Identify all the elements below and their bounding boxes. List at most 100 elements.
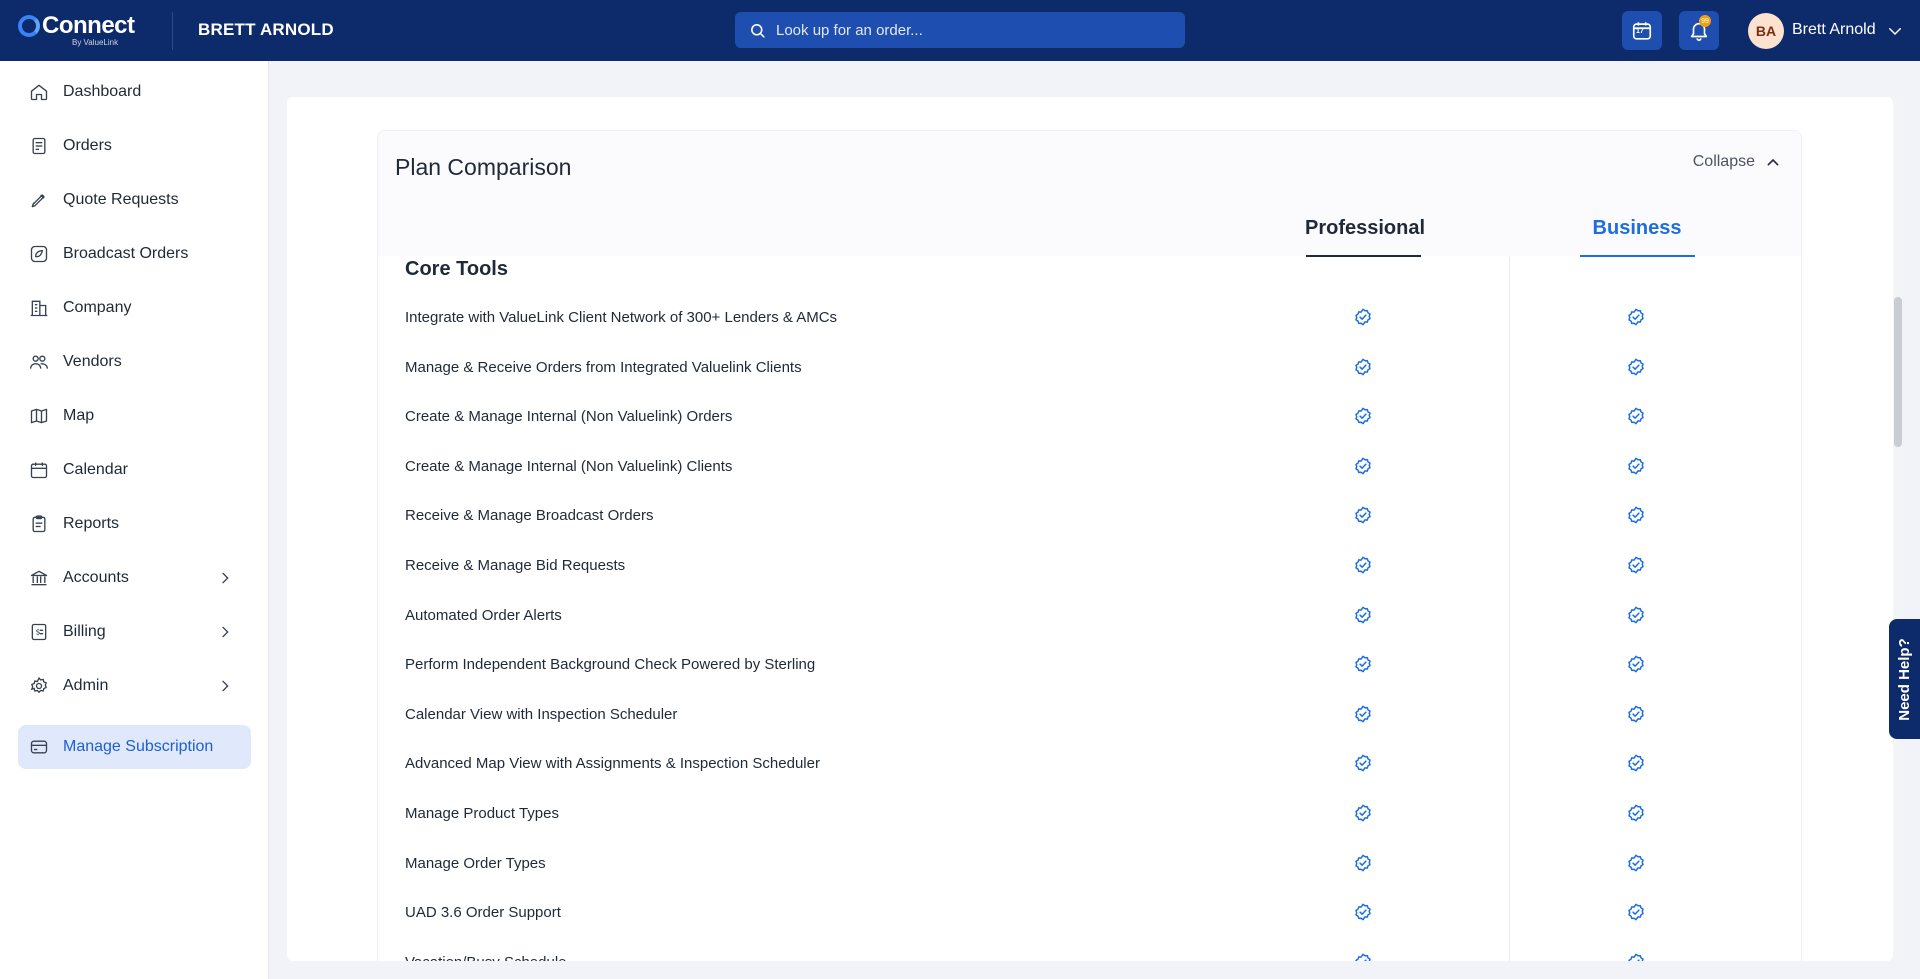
feature-label: Advanced Map View with Assignments & Ins… [405, 755, 820, 773]
map-icon [28, 405, 50, 427]
order-search[interactable] [735, 12, 1185, 48]
check-icon [1353, 902, 1373, 922]
check-icon [1353, 307, 1373, 327]
sidebar-item-label: Quote Requests [63, 191, 179, 208]
sidebar-item-label: Vendors [63, 353, 122, 370]
gear-icon [28, 675, 50, 697]
top-header: Connect By ValueLink BRETT ARNOLD 17 99 … [0, 0, 1920, 61]
sidebar-item-label: Dashboard [63, 83, 142, 100]
sidebar-item-dashboard[interactable]: Dashboard [18, 70, 251, 114]
sidebar-item-label: Accounts [63, 569, 129, 586]
feature-row: Manage Product Types [378, 790, 1801, 839]
column-business[interactable]: Business [1579, 217, 1695, 240]
need-help-button[interactable]: Need Help? [1889, 619, 1920, 739]
sidebar-item-label: Manage Subscription [63, 738, 214, 755]
check-icon [1626, 952, 1646, 961]
check-icon [1353, 753, 1373, 773]
sidebar-item-broadcast-orders[interactable]: Broadcast Orders [18, 232, 251, 276]
check-icon [1626, 456, 1646, 476]
feature-label: Automated Order Alerts [405, 606, 562, 624]
sidebar-item-orders[interactable]: Orders [18, 124, 251, 168]
feature-row: Vacation/Busy Schedule [378, 939, 1801, 961]
check-icon [1626, 555, 1646, 575]
feature-label: Vacation/Busy Schedule [405, 954, 567, 961]
feature-label: Create & Manage Internal (Non Valuelink)… [405, 408, 733, 426]
check-icon [1353, 456, 1373, 476]
check-icon [1626, 505, 1646, 525]
feature-row: Manage & Receive Orders from Integrated … [378, 344, 1801, 393]
feature-row: UAD 3.6 Order Support [378, 889, 1801, 938]
card-icon [28, 736, 50, 758]
scrollbar-thumb[interactable] [1894, 297, 1902, 447]
chevron-right-icon [222, 680, 229, 692]
plan-comparison-panel: Plan Comparison Collapse Professional Bu… [377, 130, 1802, 961]
sidebar-item-vendors[interactable]: Vendors [18, 340, 251, 384]
sidebar-item-label: Broadcast Orders [63, 245, 189, 262]
broadcast-icon [28, 243, 50, 265]
check-icon [1353, 357, 1373, 377]
header-divider [172, 12, 173, 50]
billing-icon: $ [28, 621, 50, 643]
check-icon [1626, 853, 1646, 873]
notifications-button[interactable]: 99 [1679, 11, 1719, 50]
sidebar-item-label: Admin [63, 677, 109, 694]
feature-row: Calendar View with Inspection Scheduler [378, 691, 1801, 740]
column-business-underline [1580, 255, 1695, 257]
sidebar-item-calendar[interactable]: Calendar [18, 448, 251, 492]
feature-label: Integrate with ValueLink Client Network … [405, 309, 838, 326]
check-icon [1626, 704, 1646, 724]
column-professional[interactable]: Professional [1305, 217, 1425, 240]
sidebar-item-reports[interactable]: Reports [18, 502, 251, 546]
feature-label: Perform Independent Background Check Pow… [405, 656, 816, 674]
feature-label: UAD 3.6 Order Support [405, 904, 561, 922]
feature-label: Calendar View with Inspection Scheduler [405, 705, 678, 723]
check-icon [1353, 406, 1373, 426]
check-icon [1353, 853, 1373, 873]
check-icon [1626, 803, 1646, 823]
check-icon [1626, 605, 1646, 625]
calendar-button[interactable]: 17 [1622, 11, 1662, 50]
sidebar-item-admin[interactable]: Admin [18, 664, 251, 708]
sidebar-item-label: Calendar [63, 461, 128, 478]
feature-row: Receive & Manage Bid Requests [378, 542, 1801, 591]
plan-comparison-title: Plan Comparison [395, 154, 572, 180]
collapse-label: Collapse [1692, 153, 1755, 170]
check-icon [1626, 406, 1646, 426]
users-icon [28, 351, 50, 373]
search-input[interactable] [776, 21, 1156, 39]
sidebar-item-label: Orders [63, 137, 112, 154]
user-avatar[interactable]: BA [1748, 13, 1784, 49]
column-professional-underline [1306, 255, 1421, 257]
check-icon [1626, 357, 1646, 377]
sidebar-item-quote-requests[interactable]: Quote Requests [18, 178, 251, 222]
feature-row: Advanced Map View with Assignments & Ins… [378, 740, 1801, 789]
sidebar-item-map[interactable]: Map [18, 394, 251, 438]
check-icon [1353, 555, 1373, 575]
sidebar: Dashboard Orders Quote Requests Broadcas… [0, 61, 269, 979]
feature-label: Receive & Manage Broadcast Orders [405, 507, 654, 525]
feature-row: Automated Order Alerts [378, 592, 1801, 641]
check-icon [1353, 952, 1373, 961]
feature-row: Create & Manage Internal (Non Valuelink)… [378, 443, 1801, 492]
sidebar-item-manage-subscription[interactable]: Manage Subscription [18, 725, 251, 769]
quote-icon [28, 189, 50, 211]
feature-label: Manage Order Types [405, 854, 546, 872]
chevron-down-icon[interactable] [1886, 22, 1904, 40]
sidebar-item-label: Company [63, 299, 132, 316]
check-icon [1626, 753, 1646, 773]
check-icon [1353, 605, 1373, 625]
sidebar-item-label: Map [63, 407, 95, 424]
sidebar-item-accounts[interactable]: Accounts [18, 556, 251, 600]
collapse-button[interactable]: Collapse [1693, 153, 1781, 171]
logo-ring-icon [18, 15, 40, 37]
logo-text: Connect [42, 12, 135, 39]
connect-logo[interactable]: Connect By ValueLink [18, 12, 138, 48]
chevron-up-icon [1767, 158, 1779, 166]
svg-text:$: $ [36, 628, 41, 637]
sidebar-item-billing[interactable]: $ Billing [18, 610, 251, 654]
search-icon [751, 23, 765, 38]
check-icon [1626, 654, 1646, 674]
sidebar-item-company[interactable]: Company [18, 286, 251, 330]
scrollbar[interactable] [1893, 97, 1903, 961]
user-name[interactable]: Brett Arnold [1792, 21, 1876, 39]
